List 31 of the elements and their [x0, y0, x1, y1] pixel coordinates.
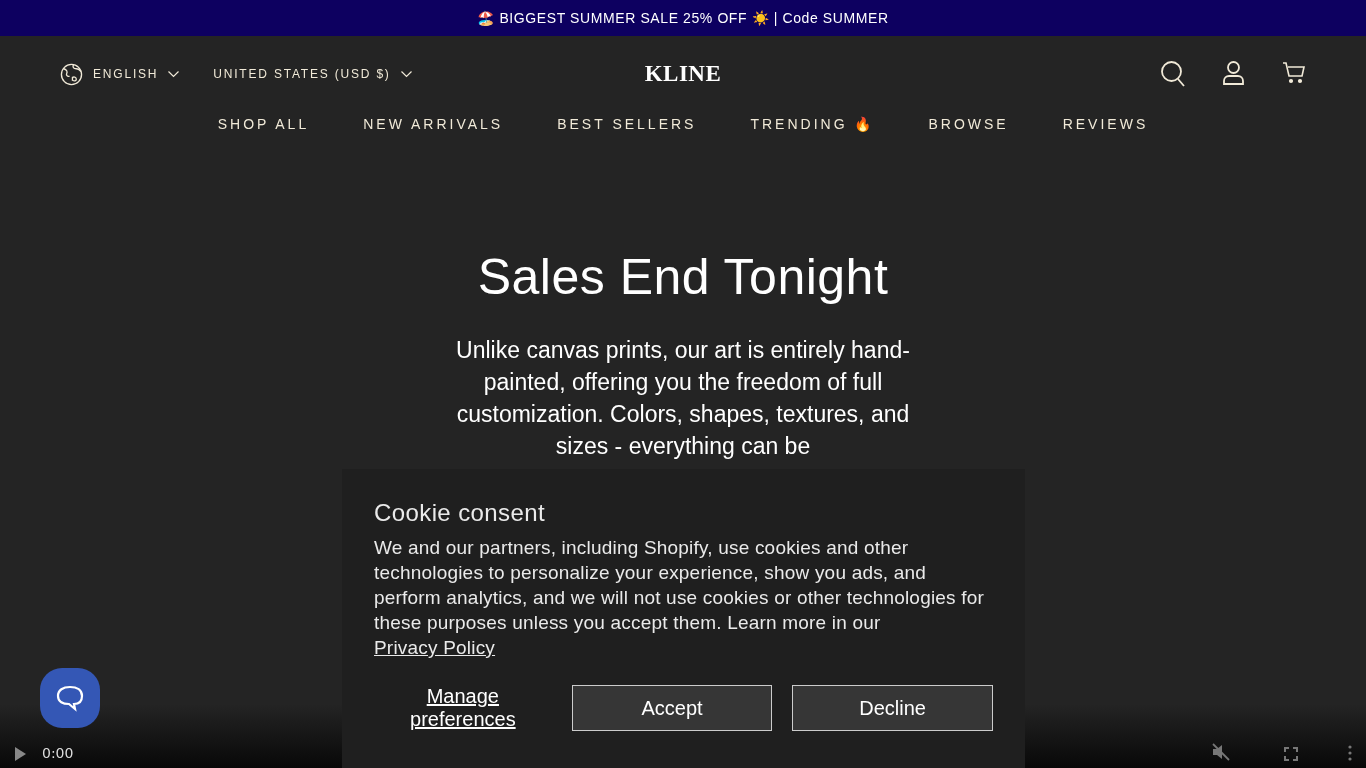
preferences-link[interactable]: Manage preferences [374, 685, 552, 731]
hero-description: Unlike canvas prints, our art is entirely hand-painted, offering you the freedom of full customization. Colors, shapes, textures, and sizes - everything can be [455, 336, 911, 461]
cookie-text: We and our partners, including Shopify, use cookies and other technologies to personalize your experience, show you ads, and perform analytics, and we will not use cookies or other technologies for these purposes unless you accept them. Learn more in our Privacy Policy [374, 536, 986, 660]
store-logo[interactable]: KLINE [644, 61, 722, 87]
caret-icon [400, 70, 412, 78]
more-icon[interactable] [1348, 745, 1352, 761]
globe-icon [60, 62, 83, 86]
hero-title: Sales End Tonight [477, 248, 889, 306]
currency-selector[interactable]: UNITED STATES (USD $) [213, 67, 412, 81]
announcement-text: 🏖 BIGGEST SUMMER SALE 25% OFF ☀ | Code SUMMER [477, 10, 889, 26]
caret-icon [168, 70, 180, 78]
cart-icon[interactable] [1282, 61, 1306, 85]
chat-button[interactable] [40, 668, 100, 728]
privacy-policy-link[interactable]: Privacy Policy [374, 637, 496, 658]
video-time: 0:00 [42, 744, 74, 763]
cookie-title: Cookie consent [374, 499, 547, 527]
fullscreen-icon[interactable] [1284, 747, 1298, 761]
nav-link[interactable]: BROWSE [928, 116, 1009, 132]
nav-link[interactable]: BEST SELLERS [557, 116, 697, 132]
nav-link[interactable]: NEW ARRIVALS [363, 116, 504, 132]
chat-bubble-icon [56, 684, 84, 712]
consent-button[interactable]: Decline [792, 685, 993, 731]
language-selector[interactable]: ENGLISH [93, 67, 180, 81]
muted-speaker-icon[interactable] [1212, 743, 1230, 761]
nav-link[interactable]: TRENDING 🔥 [750, 116, 875, 132]
nav-link[interactable]: SHOP ALL [217, 116, 310, 132]
account-icon[interactable] [1223, 61, 1244, 85]
play-icon[interactable] [14, 747, 26, 761]
nav-link[interactable]: REVIEWS [1062, 116, 1149, 132]
search-icon[interactable] [1161, 61, 1185, 87]
consent-button[interactable]: Accept [571, 685, 773, 731]
